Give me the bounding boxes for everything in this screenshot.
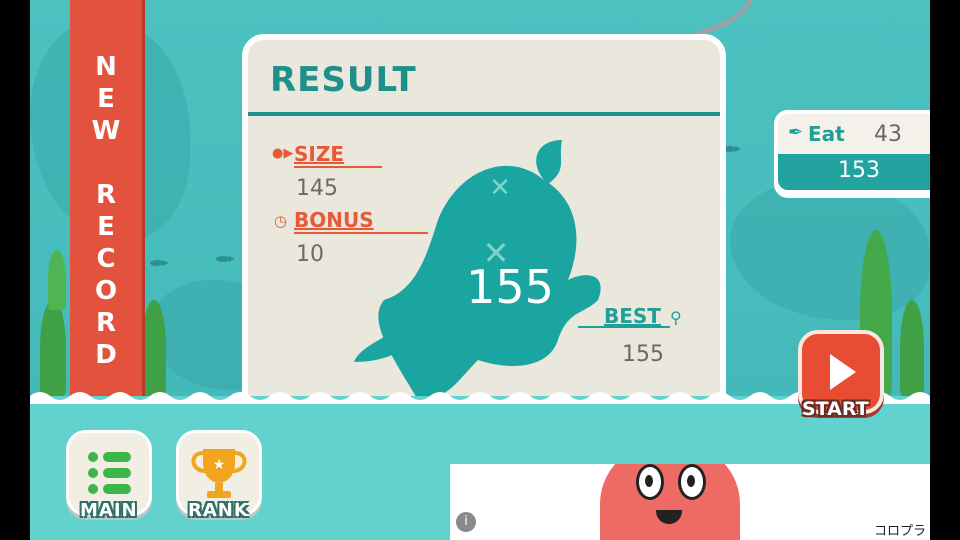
seaweed — [40, 300, 66, 396]
seaweed — [900, 300, 924, 396]
info-icon[interactable]: i — [456, 512, 476, 532]
ad-character — [600, 464, 740, 540]
best-value: 155 — [622, 342, 664, 367]
background-fish — [216, 256, 235, 262]
background-fish — [150, 260, 169, 266]
eat-count: 43 — [874, 122, 902, 147]
fish-icon: ●▶ — [272, 146, 294, 161]
seaweed — [48, 250, 66, 310]
eat-total-bar: 153 — [778, 154, 930, 190]
new-record-text: NEW RECORD — [91, 52, 121, 372]
background-rock — [730, 180, 930, 320]
clock-icon: ◷ — [274, 212, 288, 230]
eat-panel: ✒ Eat 43 153 — [774, 110, 930, 198]
fork-icon: ✒ — [788, 122, 804, 143]
main-caption: MAIN — [80, 500, 138, 521]
ad-character-mouth — [656, 510, 682, 524]
trophy-icon: ⚲ — [670, 308, 682, 327]
rank-caption: RANK — [188, 500, 249, 521]
ad-brand: コロプラ — [873, 524, 926, 539]
best-label: BEST — [604, 304, 661, 328]
eat-total: 153 — [838, 158, 880, 183]
start-caption: START — [802, 398, 869, 420]
ad-character-eye — [678, 464, 706, 500]
eat-label: Eat — [808, 122, 845, 146]
wave-edge — [30, 392, 930, 404]
new-record-banner: NEW RECORD — [70, 0, 142, 416]
result-title: RESULT — [270, 60, 417, 100]
ad-character-eye — [636, 464, 664, 500]
svg-text:✕: ✕ — [489, 173, 511, 203]
bonus-value: 10 — [296, 242, 324, 267]
advertisement-banner[interactable]: i コロプラ — [450, 464, 930, 540]
size-label: SIZE — [294, 142, 345, 166]
eat-panel-header: ✒ Eat 43 — [778, 114, 930, 154]
svg-text:★: ★ — [213, 457, 226, 473]
size-value: 145 — [296, 176, 338, 201]
result-card: RESULT ●▶ SIZE 145 ◷ BONUS 10 ✕ ✕ 155 BE… — [242, 34, 726, 426]
game-screen: NEW RECORD RESULT ●▶ SIZE 145 ◷ BONUS 10… — [30, 0, 930, 540]
seaweed — [142, 300, 166, 396]
total-score: 155 — [466, 260, 554, 314]
